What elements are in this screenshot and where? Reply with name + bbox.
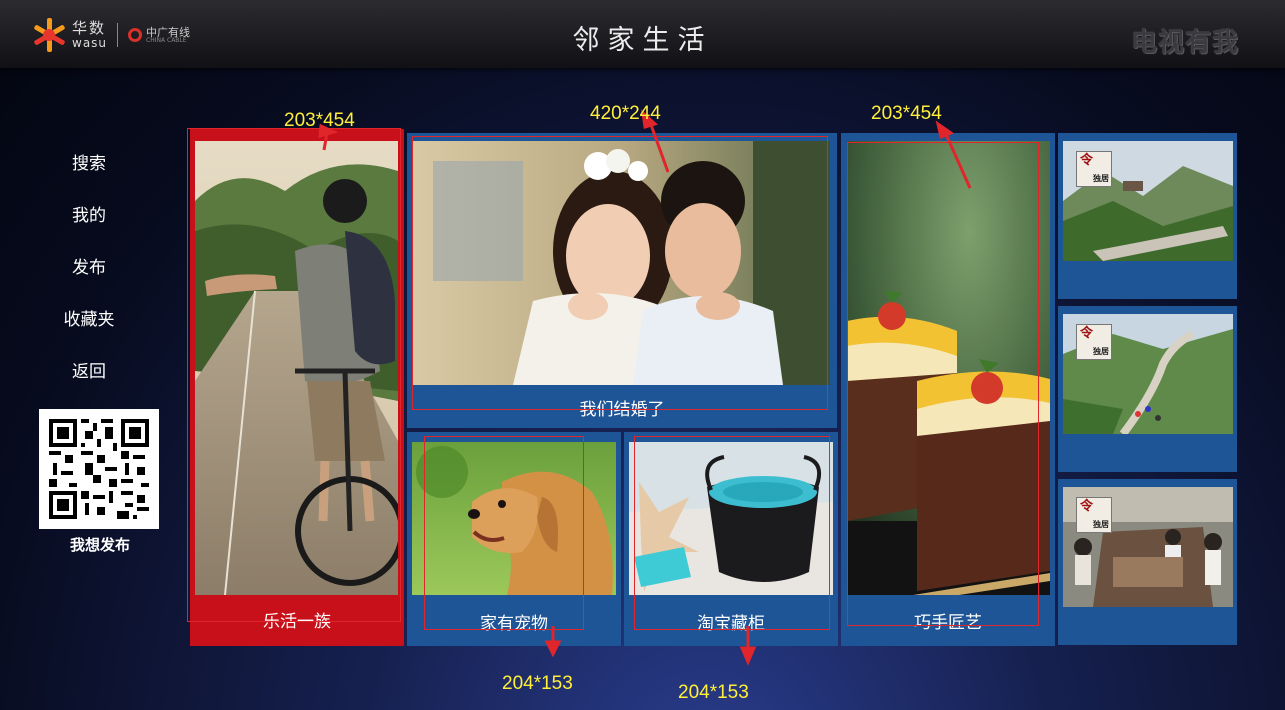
tile-mountain-2[interactable]: 令 独居: [1058, 306, 1237, 472]
size-label-crafts: 203*454: [871, 103, 942, 124]
sidebar-item-favorites[interactable]: 收藏夹: [40, 305, 138, 330]
sidebar-item-search[interactable]: 搜索: [40, 149, 138, 174]
slogan-logo: 电视有我: [1130, 28, 1239, 58]
tile-caption: 我们结婚了: [579, 400, 665, 420]
cycling-image: [195, 141, 398, 595]
tile-cycling[interactable]: 乐活一族: [190, 129, 404, 646]
tile-caption: 淘宝藏柜: [697, 614, 765, 634]
sidebar-item-back[interactable]: 返回: [40, 357, 138, 382]
top-bar: 华数 wasu 中广有线 CHINA CABLE 邻家生活 电视有我: [0, 0, 1285, 68]
tile-caption: 家有宠物: [480, 614, 548, 634]
tile-market[interactable]: 令 独居: [1058, 479, 1237, 645]
tile-caption: 乐活一族: [263, 612, 331, 632]
size-label-treasure: 204*153: [678, 682, 749, 703]
badge-char: 令: [1080, 153, 1094, 168]
tile-caption: 巧手匠艺: [914, 613, 982, 633]
crafts-image: [847, 141, 1050, 595]
tile-mountain-1[interactable]: 令 独居: [1058, 133, 1237, 299]
tile-treasure[interactable]: 淘宝藏柜: [624, 432, 838, 646]
qr-code: [39, 409, 159, 529]
badge-text: 独居: [1093, 347, 1109, 356]
qr-label: 我想发布: [69, 536, 130, 554]
tile-crafts[interactable]: 巧手匠艺: [841, 133, 1055, 646]
page-title: 邻家生活: [572, 25, 713, 56]
badge-text: 独居: [1093, 520, 1109, 529]
tile-badge: 令 独居: [1076, 324, 1112, 360]
size-label-pets: 204*153: [502, 673, 573, 694]
badge-text: 独居: [1093, 174, 1109, 183]
tile-pets[interactable]: 家有宠物: [407, 432, 621, 646]
size-label-wedding: 420*244: [590, 103, 661, 124]
tile-badge: 令 独居: [1076, 497, 1112, 533]
tile-badge: 令 独居: [1076, 151, 1112, 187]
badge-char: 令: [1080, 499, 1094, 514]
wedding-image: [413, 141, 830, 385]
size-label-cycling: 203*454: [284, 110, 355, 131]
sidebar-item-publish[interactable]: 发布: [40, 253, 138, 278]
tile-wedding[interactable]: 我们结婚了: [407, 133, 837, 428]
sidebar-item-mine[interactable]: 我的: [40, 201, 138, 226]
badge-char: 令: [1080, 326, 1094, 341]
treasure-image: [629, 442, 833, 595]
pets-image: [412, 442, 616, 595]
